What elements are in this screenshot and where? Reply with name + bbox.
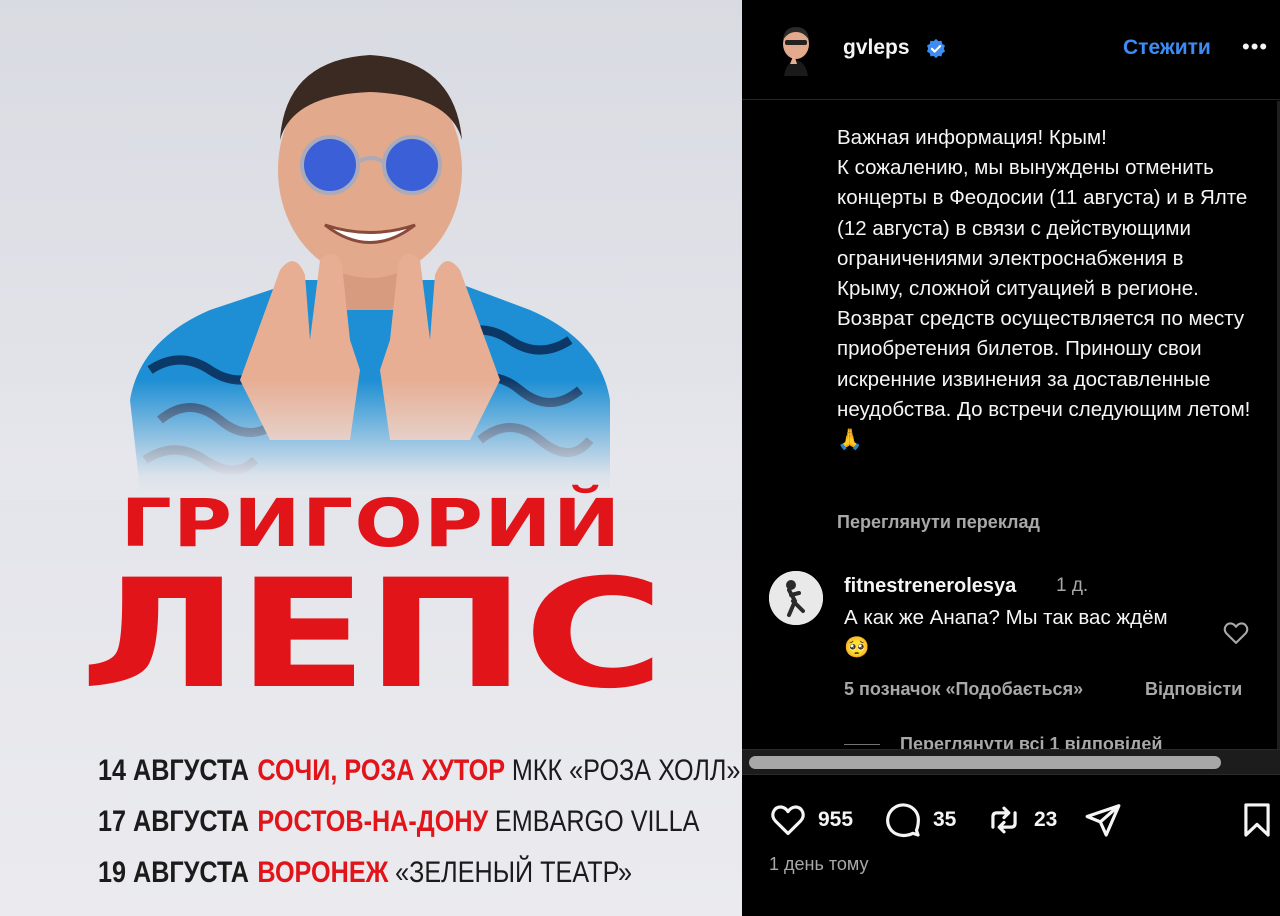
repost-button[interactable]: 23 — [985, 802, 1057, 838]
post-header: gvleps Стежити ••• — [742, 0, 1280, 100]
comment-time[interactable]: 1 д. — [1056, 575, 1088, 597]
comments-count[interactable]: 35 — [933, 808, 956, 832]
avatar-image — [769, 571, 823, 625]
share-button[interactable] — [1084, 802, 1122, 838]
comment-heart-icon[interactable] — [1222, 619, 1250, 647]
reposts-count[interactable]: 23 — [1034, 808, 1057, 832]
concert-city: РОСТОВ-НА-ДОНУ — [257, 805, 489, 838]
post-actions: 955 35 23 1 день тому — [742, 776, 1280, 916]
follow-button[interactable]: Стежити — [1123, 36, 1211, 60]
concert-venue: «ЗЕЛЕНЫЙ ТЕАТР» — [395, 856, 632, 889]
comment-text: А как же Анапа? Мы так вас ждём🥺 — [844, 606, 1168, 659]
view-replies-button[interactable]: Переглянути всі 1 відповідей — [900, 734, 1163, 749]
scrollbar-thumb[interactable] — [749, 756, 1221, 769]
horizontal-scrollbar[interactable] — [742, 749, 1280, 775]
post-username[interactable]: gvleps — [843, 36, 910, 60]
concert-row: 17 АВГУСТА РОСТОВ-НА-ДОНУ EMBARGO VILLA — [98, 803, 736, 854]
concert-date: 17 АВГУСТА — [98, 805, 249, 838]
repost-icon — [991, 806, 1017, 834]
like-button[interactable]: 955 — [769, 802, 853, 838]
more-options-button[interactable]: ••• — [1242, 34, 1268, 60]
likes-count[interactable]: 955 — [818, 808, 853, 832]
heart-icon — [771, 805, 805, 836]
send-icon — [1085, 804, 1121, 837]
concert-date: 19 АВГУСТА — [98, 856, 249, 889]
concert-venue: EMBARGO VILLA — [494, 805, 700, 838]
comment-avatar[interactable] — [769, 571, 823, 625]
poster-last-name: ЛЕПС — [80, 548, 665, 722]
concert-row: 19 АВГУСТА ВОРОНЕЖ «ЗЕЛЕНЫЙ ТЕАТР» — [98, 854, 736, 905]
concert-date: 14 АВГУСТА — [98, 754, 249, 787]
comment-likes-count[interactable]: 5 позначок «Подобається» — [844, 679, 1083, 699]
post-timestamp[interactable]: 1 день тому — [769, 854, 868, 875]
see-translation-link[interactable]: Переглянути переклад — [837, 512, 1040, 533]
post-caption: Важная информация! Крым! К сожалению, мы… — [837, 126, 1251, 452]
concert-venue: МКК «РОЗА ХОЛЛ» — [511, 754, 741, 787]
comment-button[interactable]: 35 — [884, 802, 956, 838]
concert-row: 14 АВГУСТА СОЧИ, РОЗА ХУТОР МКК «РОЗА ХОЛЛ… — [98, 752, 740, 803]
concert-list: 14 АВГУСТА СОЧИ, РОЗА ХУТОР МКК «РОЗА ХОЛЛ… — [98, 752, 742, 905]
concert-city: СОЧИ, РОЗА ХУТОР — [257, 754, 506, 787]
post-sidebar: gvleps Стежити ••• Важная информация! Кр… — [742, 0, 1280, 916]
comments-scroll-area[interactable]: Важная информация! Крым! К сожалению, мы… — [742, 101, 1277, 749]
photo-fade — [0, 380, 742, 500]
replies-divider — [844, 744, 880, 745]
verified-badge-icon — [927, 38, 945, 59]
save-button[interactable] — [1238, 802, 1276, 838]
comment-meta: 5 позначок «Подобається» Відповісти — [844, 679, 1242, 700]
concert-city: ВОРОНЕЖ — [257, 856, 389, 889]
post-image[interactable]: ГРИГОРИЙ ЛЕПС 14 АВГУСТА СОЧИ, РОЗА ХУТОР… — [0, 0, 742, 916]
comment-username[interactable]: fitnestrenerolesya — [844, 575, 1016, 598]
comment-icon — [886, 803, 920, 838]
reply-button[interactable]: Відповісти — [1145, 679, 1242, 700]
bookmark-icon — [1244, 803, 1270, 837]
profile-avatar[interactable] — [776, 24, 816, 76]
